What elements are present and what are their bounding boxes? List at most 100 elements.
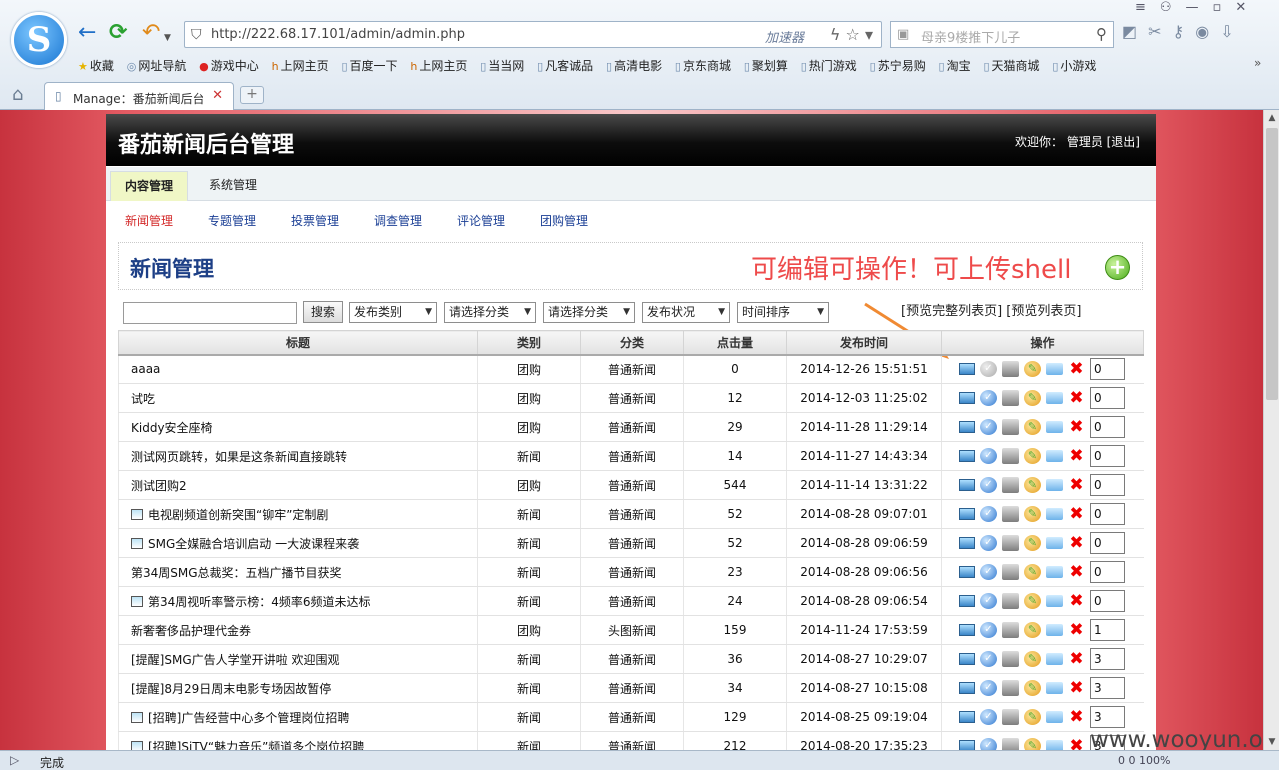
news-title[interactable]: [招聘]SiTV“魅力音乐”频道多个岗位招聘 — [148, 740, 364, 751]
preview-icon[interactable] — [959, 421, 975, 433]
news-title-cell[interactable]: [提醒]SMG广告人学堂开讲啦 欢迎围观 — [118, 644, 478, 674]
tab-system-management[interactable]: 系统管理 — [195, 171, 271, 201]
news-title[interactable]: [提醒]SMG广告人学堂开讲啦 欢迎围观 — [131, 653, 339, 667]
delete-icon[interactable]: ✖ — [1068, 680, 1085, 697]
keyword-input[interactable] — [123, 302, 297, 324]
edit-icon[interactable]: ✎ — [1024, 477, 1041, 493]
comment-icon[interactable] — [1046, 595, 1063, 607]
preview-icon[interactable] — [959, 595, 975, 607]
approve-icon[interactable]: ✓ — [980, 680, 997, 696]
bookmark-item[interactable]: ▯ 苏宁易购 — [870, 57, 926, 74]
bookmark-item[interactable]: h 上网主页 — [410, 57, 467, 74]
approve-icon[interactable]: ✓ — [980, 651, 997, 667]
delete-icon[interactable]: ✖ — [1068, 419, 1085, 436]
news-title[interactable]: aaaa — [131, 362, 160, 376]
address-bar[interactable]: ⛉ http://222.68.17.101/admin/admin.php 加… — [184, 21, 882, 48]
order-input[interactable]: 0 — [1090, 561, 1125, 583]
delete-icon[interactable]: ✖ — [1068, 622, 1085, 639]
comment-icon[interactable] — [1046, 421, 1063, 433]
order-input[interactable]: 0 — [1090, 532, 1125, 554]
approve-icon[interactable]: ✓ — [980, 506, 997, 522]
edit-icon[interactable]: ✎ — [1024, 448, 1041, 464]
approve-icon[interactable]: ✓ — [980, 738, 997, 750]
bookmark-item[interactable]: ▯ 高清电影 — [606, 57, 662, 74]
comment-icon[interactable] — [1046, 537, 1063, 549]
browser-tab[interactable]: ▯ Manage：番茄新闻后台管 ✕ — [44, 82, 234, 110]
edit-icon[interactable]: ✎ — [1024, 651, 1041, 667]
news-title[interactable]: 新奢奢侈品护理代金券 — [131, 624, 251, 638]
comment-icon[interactable] — [1046, 682, 1063, 694]
bookmark-item[interactable]: ● 游戏中心 — [199, 57, 259, 74]
search-placeholder[interactable]: 母亲9楼推下儿子 — [921, 27, 1020, 46]
news-title-cell[interactable]: 测试团购2 — [118, 470, 478, 500]
order-input[interactable]: 0 — [1090, 416, 1125, 438]
archive-icon[interactable] — [1002, 390, 1019, 406]
accelerator-label[interactable]: 加速器 — [765, 27, 804, 46]
search-engine-icon[interactable]: ▣ — [897, 27, 909, 42]
edit-icon[interactable]: ✎ — [1024, 390, 1041, 406]
comment-icon[interactable] — [1046, 566, 1063, 578]
preview-icon[interactable] — [959, 508, 975, 520]
search-icon[interactable]: ⚲ — [1096, 25, 1107, 43]
browser-logo-icon[interactable]: S — [11, 12, 67, 68]
news-title-cell[interactable]: 测试网页跳转，如果是这条新闻直接跳转 — [118, 441, 478, 471]
refresh-icon[interactable]: ⟳ — [109, 22, 127, 44]
order-input[interactable]: 0 — [1090, 358, 1125, 381]
search-box[interactable]: ▣ 母亲9楼推下儿子 ⚲ — [890, 21, 1114, 48]
news-title[interactable]: 第34周SMG总裁奖：五档广播节目获奖 — [131, 566, 342, 580]
comment-icon[interactable] — [1046, 624, 1063, 636]
preview-icon[interactable] — [959, 450, 975, 462]
comment-icon[interactable] — [1046, 653, 1063, 665]
preview-icon[interactable] — [959, 566, 975, 578]
preview-icon[interactable] — [959, 392, 975, 404]
bookmark-item[interactable]: ▯ 天猫商城 — [983, 57, 1039, 74]
archive-icon[interactable] — [1002, 419, 1019, 435]
subnav-topics[interactable]: 专题管理 — [208, 212, 256, 229]
news-title[interactable]: Kiddy安全座椅 — [131, 421, 213, 435]
order-input[interactable]: 0 — [1090, 474, 1125, 496]
approve-icon[interactable]: ✓ — [980, 477, 997, 493]
news-title-cell[interactable]: [招聘]广告经营中心多个管理岗位招聘 — [118, 702, 478, 732]
news-title-cell[interactable]: 新奢奢侈品护理代金券 — [118, 615, 478, 645]
order-input[interactable]: 3 — [1090, 677, 1125, 699]
add-news-icon[interactable]: + — [1105, 255, 1130, 280]
news-title-cell[interactable]: Kiddy安全座椅 — [118, 412, 478, 442]
toolbar-extension-icons[interactable]: ◩✂⚷◉⇩ — [1122, 22, 1245, 41]
delete-icon[interactable]: ✖ — [1068, 564, 1085, 581]
delete-icon[interactable]: ✖ — [1068, 477, 1085, 494]
bookmark-item[interactable]: ★ 收藏 — [78, 57, 114, 74]
page-scrollbar[interactable]: ▲ ▼ — [1263, 110, 1279, 750]
archive-icon[interactable] — [1002, 738, 1019, 750]
bookmark-item[interactable]: ▯ 凡客诚品 — [537, 57, 593, 74]
archive-icon[interactable] — [1002, 535, 1019, 551]
time-sort-select[interactable]: 时间排序 — [737, 302, 829, 323]
comment-icon[interactable] — [1046, 479, 1063, 491]
delete-icon[interactable]: ✖ — [1068, 709, 1085, 726]
archive-icon[interactable] — [1002, 593, 1019, 609]
news-title-cell[interactable]: SMG全媒融合培训启动 一大波课程来袭 — [118, 528, 478, 558]
delete-icon[interactable]: ✖ — [1068, 593, 1085, 610]
edit-icon[interactable]: ✎ — [1024, 535, 1041, 551]
archive-icon[interactable] — [1002, 564, 1019, 580]
news-title-cell[interactable]: aaaa — [118, 354, 478, 384]
comment-icon[interactable] — [1046, 392, 1063, 404]
close-tab-icon[interactable]: ✕ — [212, 88, 223, 103]
news-title-cell[interactable]: [招聘]SiTV“魅力音乐”频道多个岗位招聘 — [118, 731, 478, 751]
approve-icon[interactable]: ✓ — [980, 535, 997, 551]
delete-icon[interactable]: ✖ — [1068, 651, 1085, 668]
order-input[interactable]: 3 — [1090, 706, 1125, 728]
news-title[interactable]: SMG全媒融合培训启动 一大波课程来袭 — [148, 537, 359, 551]
search-button[interactable]: 搜索 — [303, 301, 343, 323]
subnav-surveys[interactable]: 调查管理 — [374, 212, 422, 229]
order-input[interactable]: 0 — [1090, 445, 1125, 467]
bookmark-item[interactable]: ▯ 淘宝 — [939, 57, 971, 74]
archive-icon[interactable] — [1002, 477, 1019, 493]
news-title-cell[interactable]: [提醒]8月29日周末电影专场因故暂停 — [118, 673, 478, 703]
approve-icon[interactable]: ✓ — [980, 448, 997, 464]
order-input[interactable]: 1 — [1090, 619, 1125, 641]
approve-icon[interactable]: ✓ — [980, 709, 997, 725]
news-title[interactable]: [提醒]8月29日周末电影专场因故暂停 — [131, 682, 331, 696]
archive-icon[interactable] — [1002, 680, 1019, 696]
category-select[interactable]: 发布类别 — [349, 302, 437, 323]
preview-icon[interactable] — [959, 740, 975, 750]
